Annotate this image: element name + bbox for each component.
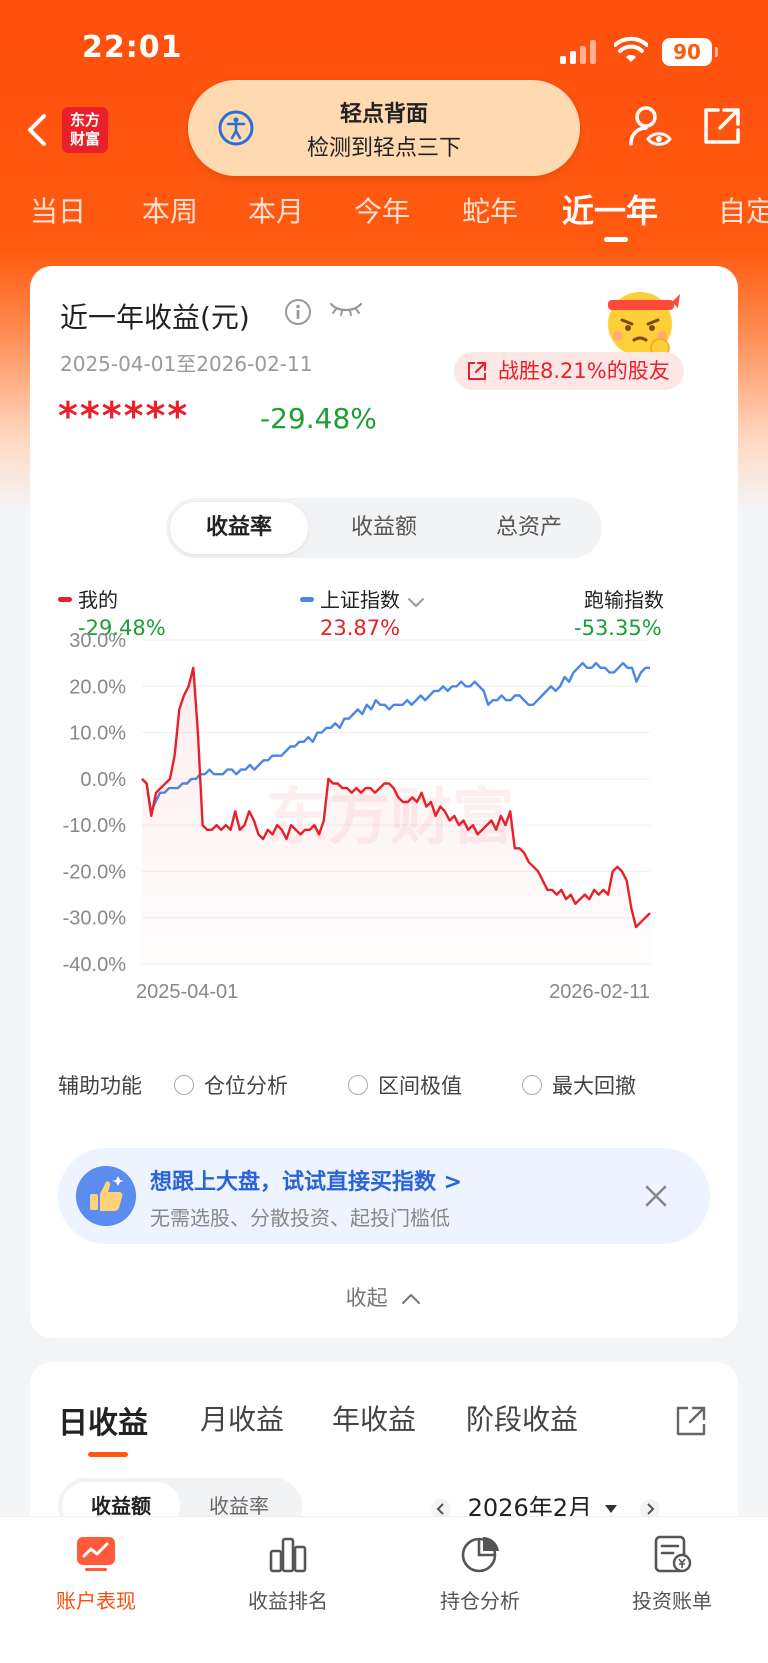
radio-label: 仓位分析	[204, 1074, 288, 1098]
beat-peers-badge[interactable]: 战胜8.21%的股友	[454, 352, 684, 390]
collapse-button[interactable]: 收起	[30, 1282, 738, 1312]
segment-return-amount[interactable]: 收益额	[315, 502, 453, 554]
brand-logo: 东方 财富	[62, 107, 108, 153]
radio-label: 最大回撤	[552, 1074, 636, 1098]
pie-chart-icon	[461, 1536, 499, 1573]
y-tick-label: 30.0%	[69, 630, 126, 652]
tab-today[interactable]: 当日	[30, 190, 86, 230]
chevron-down-icon	[408, 597, 425, 607]
tab-this-week[interactable]: 本周	[142, 190, 198, 230]
logo-text-top: 东方	[69, 111, 100, 129]
toast-subtitle: 检测到轻点三下	[306, 136, 461, 161]
segment-total-assets[interactable]: 总资产	[460, 502, 598, 554]
return-percent: -29.48%	[260, 402, 377, 435]
legend-mine-label: 我的	[78, 588, 118, 612]
legend-index-swatch	[300, 597, 314, 602]
x-end-label: 2026-02-11	[549, 981, 650, 1003]
promo-title: 想跟上大盘，试试直接买指数 >	[150, 1170, 463, 1195]
user-privacy-icon[interactable]	[628, 104, 672, 150]
battery-level: 90	[673, 40, 701, 64]
radio-position-analysis[interactable]: 仓位分析	[174, 1070, 288, 1100]
tab-last-year[interactable]: 近一年	[562, 186, 658, 232]
status-time: 22:01	[82, 30, 183, 65]
radio-range-extremes[interactable]: 区间极值	[348, 1070, 462, 1100]
y-tick-label: -10.0%	[63, 815, 127, 837]
earnings-tab-indicator	[88, 1452, 128, 1457]
collapse-label: 收起	[345, 1286, 388, 1310]
y-tick-label: -20.0%	[63, 861, 127, 883]
series-area-mine	[142, 667, 650, 964]
card-title: 近一年收益(元)	[60, 301, 250, 334]
date-range: 2025-04-01至2026-02-11	[60, 352, 313, 376]
thumbs-up-icon	[76, 1166, 136, 1226]
nav-holdings-analysis[interactable]: 持仓分析	[384, 1535, 576, 1614]
y-tick-label: 0.0%	[80, 769, 126, 791]
radio-circle	[174, 1075, 194, 1095]
bill-icon	[654, 1535, 692, 1573]
tab-this-month[interactable]: 本月	[248, 190, 304, 230]
radio-label: 区间极值	[378, 1074, 462, 1098]
tab-this-year[interactable]: 今年	[354, 190, 410, 230]
y-tick-label: 10.0%	[69, 723, 126, 745]
nav-earnings-ranking[interactable]: 收益排名	[192, 1535, 384, 1614]
legend-index[interactable]: 上证指数	[300, 584, 426, 613]
mascot-face-icon	[608, 292, 680, 358]
bottom-navigation: 账户表现 收益排名 持仓分析 投资账单	[0, 1516, 768, 1663]
y-tick-label: 20.0%	[69, 676, 126, 698]
tab-stage-earnings[interactable]: 阶段收益	[466, 1398, 578, 1438]
active-tab-indicator	[604, 237, 628, 242]
caret-down-icon	[604, 1505, 617, 1513]
chevron-up-icon	[402, 1293, 421, 1304]
y-tick-label: -40.0%	[63, 954, 127, 976]
aux-functions-label: 辅助功能	[58, 1074, 142, 1098]
tab-snake-year[interactable]: 蛇年	[462, 190, 518, 230]
trend-chart-icon	[77, 1537, 115, 1571]
logo-text-bottom: 财富	[69, 130, 100, 148]
info-icon[interactable]	[284, 298, 312, 326]
nav-label: 收益排名	[248, 1589, 328, 1613]
nav-label: 投资账单	[632, 1589, 712, 1613]
cellular-signal-icon	[560, 40, 596, 64]
back-arrow-icon[interactable]	[22, 110, 52, 150]
wifi-icon	[614, 36, 648, 62]
index-promo-banner[interactable]: 想跟上大盘，试试直接买指数 > 无需选股、分散投资、起投门槛低	[58, 1148, 710, 1244]
radio-circle	[522, 1075, 542, 1095]
close-icon[interactable]	[642, 1182, 670, 1210]
legend-mine-swatch	[58, 597, 72, 602]
tab-monthly-earnings[interactable]: 月收益	[200, 1398, 284, 1438]
radio-circle	[348, 1075, 368, 1095]
return-chart[interactable]: 30.0% 20.0% 10.0% 0.0% -10.0% -20.0% -30.0% -40…	[30, 626, 738, 1006]
tab-custom[interactable]: 自定	[718, 190, 768, 230]
x-start-label: 2025-04-01	[136, 981, 238, 1003]
back-tap-toast: 轻点背面 检测到轻点三下	[188, 80, 580, 176]
tab-daily-earnings[interactable]: 日收益	[58, 1398, 148, 1442]
summary-card: 近一年收益(元) 2025-04-01至2026-02-11 战胜8.21%的股…	[30, 266, 738, 1338]
legend-mine: 我的	[58, 584, 118, 613]
nav-account-performance[interactable]: 账户表现	[0, 1535, 192, 1614]
period-tabs: 当日 本周 本月 今年 蛇年 近一年 自定	[0, 190, 768, 240]
toast-title: 轻点背面	[339, 102, 428, 127]
share-icon[interactable]	[700, 104, 744, 148]
battery-indicator: 90	[662, 38, 718, 66]
nav-label: 账户表现	[56, 1589, 136, 1613]
beat-peers-text: 战胜8.21%的股友	[498, 359, 670, 383]
external-link-icon	[468, 362, 486, 380]
eye-closed-icon[interactable]	[328, 296, 364, 320]
tab-yearly-earnings[interactable]: 年收益	[332, 1398, 416, 1438]
y-tick-label: -30.0%	[63, 908, 127, 930]
legend-lag-label: 跑输指数	[584, 588, 664, 612]
hidden-amount: ******	[58, 394, 190, 438]
segment-return-rate[interactable]: 收益率	[170, 502, 308, 554]
nav-label: 持仓分析	[440, 1589, 520, 1613]
promo-subtitle: 无需选股、分散投资、起投门槛低	[150, 1206, 450, 1230]
nav-investment-bill[interactable]: 投资账单	[576, 1535, 768, 1614]
bar-ranking-icon	[269, 1537, 307, 1573]
metric-segment: 收益率 收益额 总资产	[166, 498, 602, 558]
legend-index-label: 上证指数	[320, 588, 400, 612]
radio-max-drawdown[interactable]: 最大回撤	[522, 1070, 636, 1100]
share-icon[interactable]	[674, 1404, 708, 1438]
